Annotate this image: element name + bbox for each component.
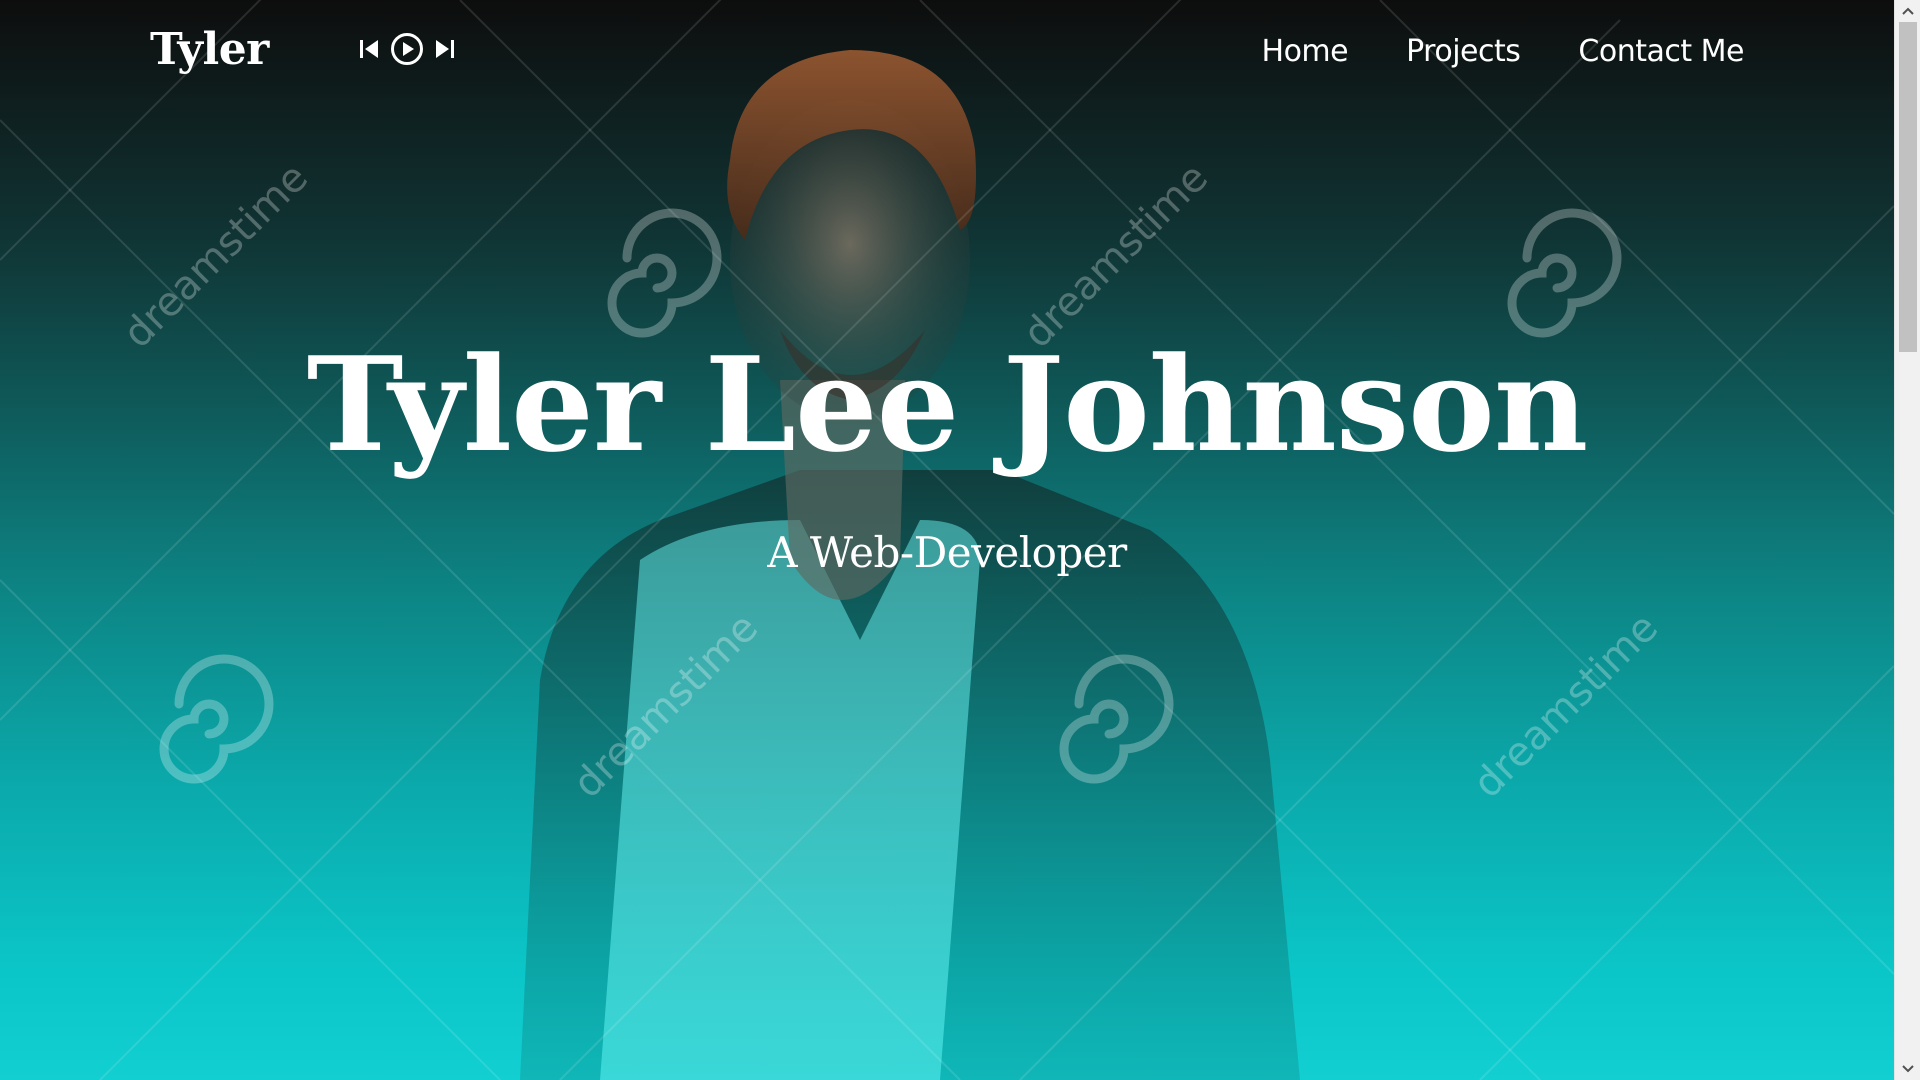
top-navbar: Tyler Home Projects Contact Me (0, 0, 1894, 110)
scroll-up-icon[interactable] (1895, 0, 1920, 22)
svg-text:dreamstime: dreamstime (1015, 155, 1217, 357)
page-scrollbar[interactable] (1894, 0, 1920, 1080)
skip-forward-icon[interactable] (434, 38, 456, 60)
nav-link-contact[interactable]: Contact Me (1578, 34, 1744, 69)
hero-subtitle: A Web-Developer (767, 528, 1127, 577)
nav-link-home[interactable]: Home (1262, 34, 1349, 69)
svg-text:dreamstime: dreamstime (1465, 605, 1667, 807)
hero-section: dreamstime dreamstime dreamstime dreamst… (0, 0, 1894, 1080)
scroll-down-icon[interactable] (1895, 1058, 1920, 1080)
scrollbar-thumb[interactable] (1899, 22, 1917, 352)
svg-text:dreamstime: dreamstime (565, 605, 767, 807)
play-circle-icon[interactable] (390, 32, 424, 66)
hero-title: Tyler Lee Johnson (306, 328, 1589, 481)
music-player (358, 32, 456, 66)
skip-back-icon[interactable] (358, 38, 380, 60)
brand-logo[interactable]: Tyler (150, 24, 269, 75)
nav-menu: Home Projects Contact Me (1262, 34, 1745, 69)
svg-text:dreamstime: dreamstime (115, 155, 317, 357)
nav-link-projects[interactable]: Projects (1406, 34, 1521, 69)
